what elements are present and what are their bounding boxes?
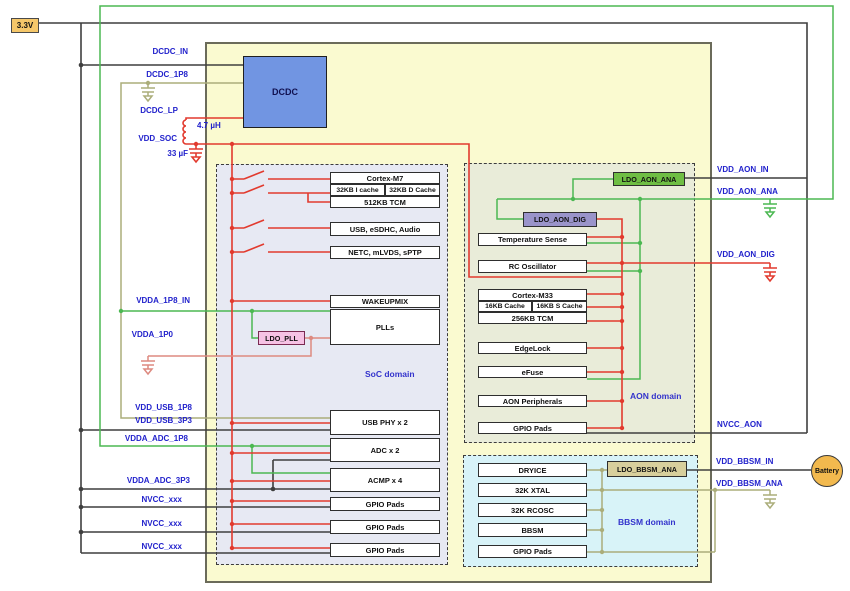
block-256kb-tcm: 256KB TCM: [478, 312, 587, 324]
block-512kb-tcm: 512KB TCM: [330, 196, 440, 208]
block-wakeupmix: WAKEUPMIX: [330, 295, 440, 308]
block-efuse: eFuse: [478, 366, 587, 378]
pin-vdd-bbsm-in: VDD_BBSM_IN: [716, 457, 773, 467]
pin-vdda-adc-1p8: VDDA_ADC_1P8: [110, 434, 188, 444]
pin-vdd-aon-dig: VDD_AON_DIG: [717, 250, 775, 260]
block-usb-phy: USB PHY x 2: [330, 410, 440, 435]
pin-nvcc-aon: NVCC_AON: [717, 420, 762, 430]
pin-vdda-1p8-in: VDDA_1P8_IN: [116, 296, 190, 306]
battery-node: Battery: [811, 455, 843, 487]
block-acmp: ACMP x 4: [330, 468, 440, 492]
block-dcache: 32KB D Cache: [385, 184, 440, 196]
aon-domain-label: AON domain: [630, 391, 681, 401]
soc-domain-label: SoC domain: [365, 369, 415, 379]
pin-dcdc-in: DCDC_IN: [118, 47, 188, 57]
block-usb-esdhc-audio: USB, eSDHC, Audio: [330, 222, 440, 236]
block-ldo-bbsm-ana: LDO_BBSM_ANA: [607, 461, 687, 477]
block-16kb-s-cache: 16KB S Cache: [532, 301, 587, 312]
block-cortex-m7: Cortex-M7: [330, 172, 440, 184]
block-rc-oscillator: RC Oscillator: [478, 260, 587, 273]
block-ldo-pll: LDO_PLL: [258, 331, 305, 345]
block-plls: PLLs: [330, 309, 440, 345]
label-inductor-4u7: 4.7 µH: [197, 121, 221, 131]
pin-vdd-aon-ana: VDD_AON_ANA: [717, 187, 778, 197]
pin-nvcc-2: NVCC_xxx: [118, 519, 182, 529]
pin-vdda-1p0: VDDA_1P0: [99, 330, 173, 340]
pin-vdd-usb-3p3: VDD_USB_3P3: [116, 416, 192, 426]
block-32k-rcosc: 32K RCOSC: [478, 503, 587, 517]
block-soc-gpio-3: GPIO Pads: [330, 543, 440, 557]
supply-3v3-box: 3.3V: [11, 18, 39, 33]
block-16kb-cache: 16KB Cache: [478, 301, 532, 312]
block-temp-sense: Temperature Sense: [478, 233, 587, 246]
block-soc-gpio-2: GPIO Pads: [330, 520, 440, 534]
power-block-diagram: 3.3V Battery DCDC Cortex-M7 32KB I cache…: [0, 0, 850, 591]
block-aon-gpio: GPIO Pads: [478, 422, 587, 434]
pin-nvcc-1: NVCC_xxx: [118, 495, 182, 505]
pin-vdd-aon-in: VDD_AON_IN: [717, 165, 769, 175]
block-ldo-aon-ana: LDO_AON_ANA: [613, 172, 685, 186]
block-edgelock: EdgeLock: [478, 342, 587, 354]
pin-dcdc-1p8: DCDC_1P8: [118, 70, 188, 80]
block-ldo-aon-dig: LDO_AON_DIG: [523, 212, 597, 227]
pin-vdda-adc-3p3: VDDA_ADC_3P3: [108, 476, 190, 486]
net-green: [100, 6, 833, 473]
block-dryice: DRYICE: [478, 463, 587, 477]
block-soc-gpio-1: GPIO Pads: [330, 497, 440, 511]
pin-vdd-bbsm-ana: VDD_BBSM_ANA: [716, 479, 783, 489]
bbsm-domain-label: BBSM domain: [618, 517, 676, 527]
block-cortex-m33: Cortex-M33: [478, 289, 587, 301]
block-bbsm: BBSM: [478, 523, 587, 537]
block-adc: ADC x 2: [330, 438, 440, 462]
pin-vdd-usb-1p8: VDD_USB_1P8: [116, 403, 192, 413]
block-bbsm-gpio: GPIO Pads: [478, 545, 587, 558]
pin-nvcc-3: NVCC_xxx: [118, 542, 182, 552]
block-dcdc: DCDC: [243, 56, 327, 128]
block-aon-peripherals: AON Peripherals: [478, 395, 587, 407]
pin-dcdc-lp: DCDC_LP: [108, 106, 178, 116]
block-icache: 32KB I cache: [330, 184, 385, 196]
net-olive: [121, 83, 777, 552]
label-cap-33uf: 33 µF: [148, 149, 188, 159]
pin-vdd-soc: VDD_SOC: [107, 134, 177, 144]
block-32k-xtal: 32K XTAL: [478, 483, 587, 497]
block-netc-mlvds-sptp: NETC, mLVDS, sPTP: [330, 246, 440, 259]
